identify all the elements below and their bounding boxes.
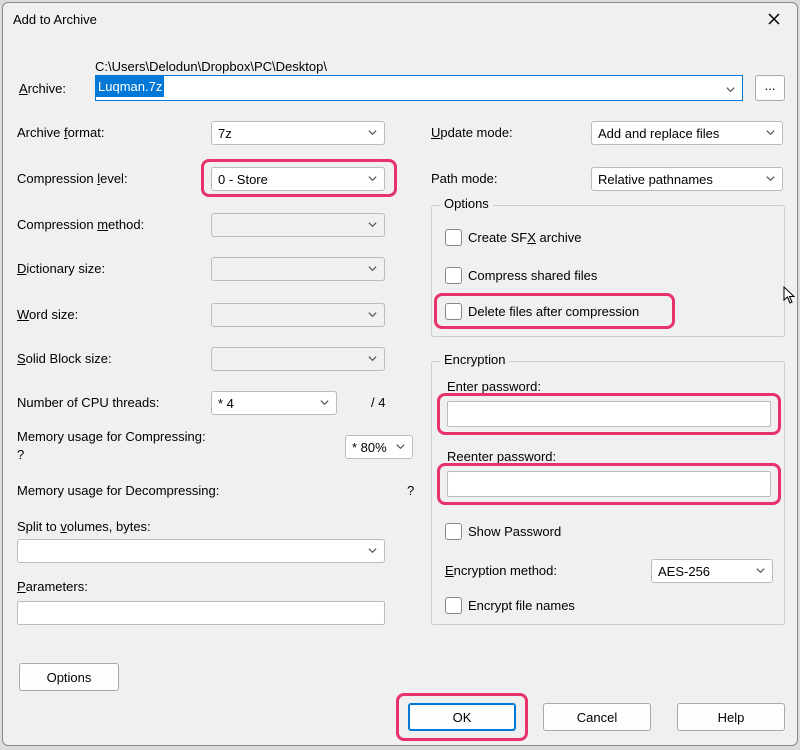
cpu-threads-select[interactable]: * 4 [211,391,337,415]
checkbox-icon[interactable] [445,523,462,540]
solid-block-size-label: Solid Block size: [17,351,112,366]
encryption-method-select[interactable]: AES-256 [651,559,773,583]
titlebar: Add to Archive [3,3,797,35]
help-button[interactable]: Help [677,703,785,731]
chevron-down-icon[interactable] [725,82,736,100]
path-mode-select[interactable]: Relative pathnames [591,167,783,191]
cpu-threads-max: / 4 [371,395,385,410]
dictionary-size-select[interactable] [211,257,385,281]
word-size-label: Word size: [17,307,78,322]
reenter-password-input[interactable] [447,471,771,497]
encryption-method-label: Encryption method: [445,563,557,578]
reenter-password-label: Reenter password: [447,449,556,464]
shared-checkbox[interactable]: Compress shared files [445,267,597,284]
chevron-down-icon [319,396,330,411]
chevron-down-icon [367,262,378,277]
memory-decompress-value: ? [407,483,414,498]
chevron-down-icon [395,440,406,455]
checkbox-icon[interactable] [445,597,462,614]
cancel-button[interactable]: Cancel [543,703,651,731]
archive-format-select[interactable]: 7z [211,121,385,145]
encryption-legend: Encryption [440,352,509,367]
chevron-down-icon [367,218,378,233]
chevron-down-icon [755,564,766,579]
solid-block-size-select[interactable] [211,347,385,371]
cursor-icon [783,286,797,309]
compression-method-select[interactable] [211,213,385,237]
compression-level-label: Compression level: [17,171,128,186]
chevron-down-icon [367,352,378,367]
chevron-down-icon [367,126,378,141]
parameters-label: Parameters: [17,579,88,594]
split-volumes-label: Split to volumes, bytes: [17,519,151,534]
browse-button[interactable]: ... [755,75,785,101]
checkbox-icon[interactable] [445,267,462,284]
memory-compress-value: ? [17,447,24,462]
compression-level-select[interactable]: 0 - Store [211,167,385,191]
options-legend: Options [440,196,493,211]
window-title: Add to Archive [13,12,97,27]
encrypt-filenames-checkbox[interactable]: Encrypt file names [445,597,575,614]
parameters-input[interactable] [17,601,385,625]
archive-label: Archive: [19,81,66,96]
memory-compress-select[interactable]: * 80% [345,435,413,459]
checkbox-icon[interactable] [445,229,462,246]
chevron-down-icon [765,172,776,187]
delete-after-checkbox[interactable]: Delete files after compression [445,303,639,320]
word-size-select[interactable] [211,303,385,327]
split-volumes-select[interactable] [17,539,385,563]
options-button[interactable]: Options [19,663,119,691]
sfx-checkbox[interactable]: Create SFX archive [445,229,581,246]
chevron-down-icon [367,308,378,323]
enter-password-input[interactable] [447,401,771,427]
memory-compress-label: Memory usage for Compressing: [17,429,206,444]
archive-filename-input[interactable]: Luqman.7z [95,75,743,101]
close-icon[interactable] [759,5,789,33]
ok-button[interactable]: OK [408,703,516,731]
content-area: Archive: C:\Users\Delodun\Dropbox\PC\Des… [15,45,785,733]
archive-path: C:\Users\Delodun\Dropbox\PC\Desktop\ [95,59,327,74]
chevron-down-icon [367,544,378,559]
chevron-down-icon [765,126,776,141]
show-password-checkbox[interactable]: Show Password [445,523,561,540]
dictionary-size-label: Dictionary size: [17,261,105,276]
memory-decompress-label: Memory usage for Decompressing: [17,483,219,498]
checkbox-icon[interactable] [445,303,462,320]
archive-format-label: Archive format: [17,125,104,140]
path-mode-label: Path mode: [431,171,498,186]
update-mode-label: Update mode: [431,125,513,140]
enter-password-label: Enter password: [447,379,541,394]
compression-method-label: Compression method: [17,217,144,232]
chevron-down-icon [367,172,378,187]
dialog-window: Add to Archive Archive: C:\Users\Delodun… [2,2,798,746]
cpu-threads-label: Number of CPU threads: [17,395,159,410]
update-mode-select[interactable]: Add and replace files [591,121,783,145]
